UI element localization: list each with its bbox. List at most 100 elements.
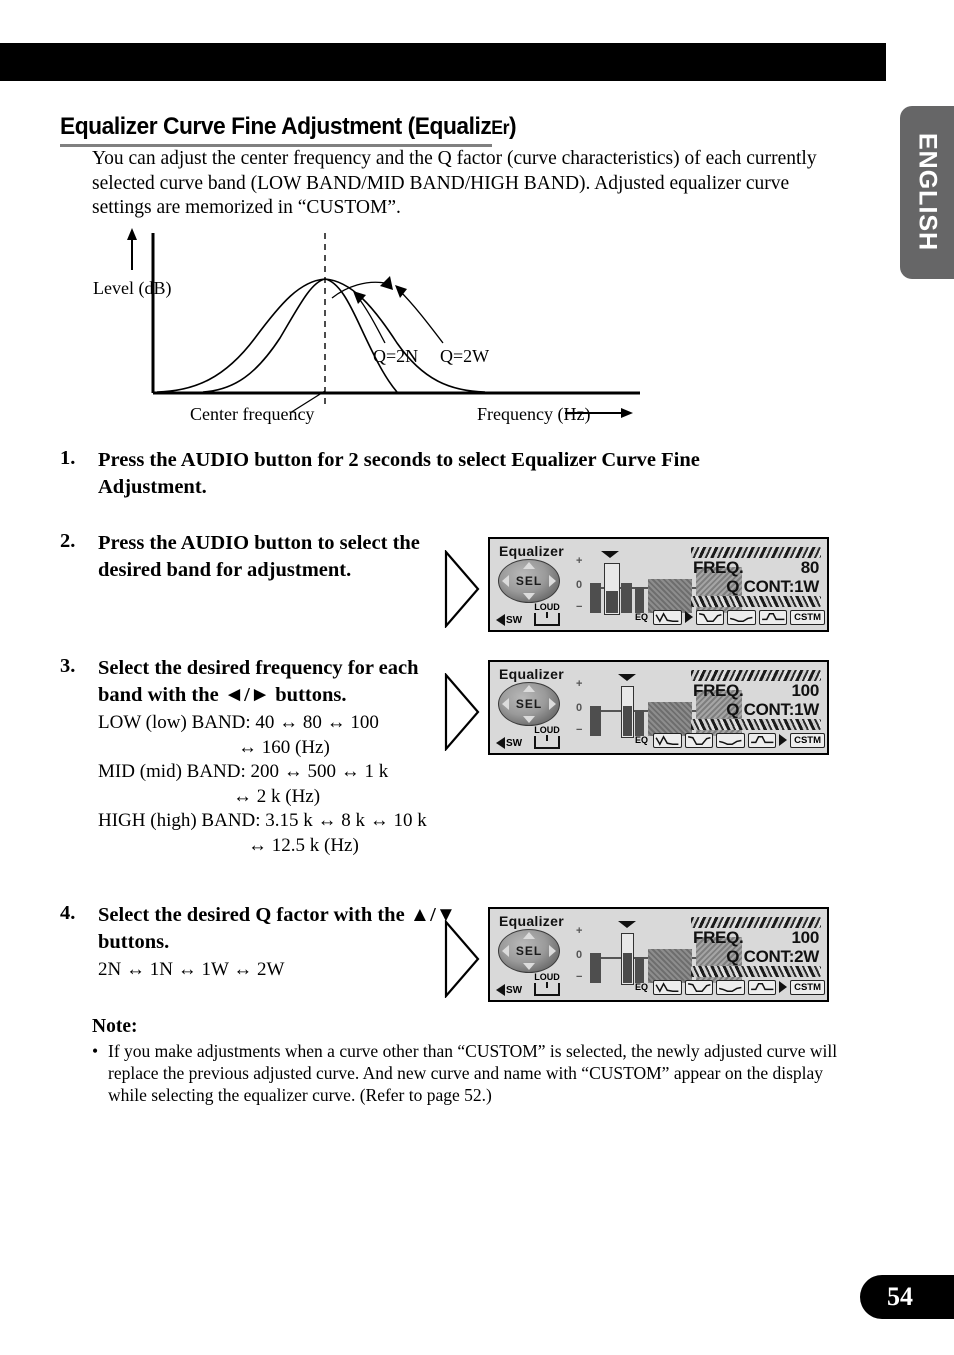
bargraph-bar-selected [621, 933, 634, 985]
loudness-indicator-icon: LOUD [534, 725, 560, 749]
eq-curve-row: EQ CSTM [635, 730, 825, 750]
joypad-left-icon[interactable] [502, 575, 509, 587]
readout-bottom-hatch [691, 596, 821, 607]
joypad-down-icon[interactable] [523, 963, 535, 970]
scale-zero-label: 0 [576, 702, 583, 714]
eq-curve-icon-3[interactable] [716, 979, 745, 995]
speaker-cone-icon [496, 614, 505, 626]
joypad-up-icon[interactable] [523, 932, 535, 939]
eq-curve-icon-1[interactable] [653, 732, 682, 748]
eq-curve-icon-3[interactable] [716, 732, 745, 748]
step-1-number: 1. [60, 447, 76, 469]
joypad-right-icon[interactable] [549, 698, 556, 710]
step-3-number: 3. [60, 655, 76, 677]
page-title-close: ) [509, 113, 517, 140]
eq-selection-marker-icon [779, 981, 788, 993]
bargraph-bar-selected [621, 686, 634, 738]
bargraph-bar [621, 583, 632, 613]
joypad-sel-label: SEL [515, 574, 543, 588]
eq-curve-icon-4[interactable] [747, 979, 777, 995]
joypad-up-icon[interactable] [523, 562, 535, 569]
eq-curve-icon-2[interactable] [695, 609, 725, 625]
bargraph-band-cursor-icon [618, 921, 636, 928]
q-readout-row: Q CONT: 2W [691, 947, 821, 966]
q-value: 2W [794, 947, 819, 966]
freq-label: FREQ. [693, 558, 744, 577]
freq-value: 80 [800, 558, 820, 577]
q-label: Q CONT: [726, 577, 795, 596]
figure-x-axis-label: Frequency (Hz) [477, 404, 591, 424]
intro-paragraph: You can adjust the center frequency and … [92, 148, 817, 218]
equalizer-curve-figure: Level (dB) Center frequency Frequency (H… [85, 228, 685, 433]
joypad-sel-label: SEL [515, 944, 543, 958]
curve-figure-svg [127, 228, 640, 418]
sel-joypad-icon[interactable]: SEL [498, 929, 560, 973]
joypad-down-icon[interactable] [523, 716, 535, 723]
scale-zero-label: 0 [576, 949, 583, 961]
readout-top-hatch [691, 547, 821, 558]
low-band-frequencies: LOW (low) BAND: 40 ↔ 80 ↔ 100 [98, 712, 379, 733]
q-value: 1W [794, 577, 819, 596]
header-black-bar [0, 43, 886, 81]
subwoofer-speaker-icon: SW [496, 737, 522, 749]
mid-band-frequencies-cont: ↔ 2 k (Hz) [233, 785, 321, 807]
joypad-down-icon[interactable] [523, 593, 535, 600]
eq-row-label: EQ [635, 982, 649, 992]
eq-selection-marker-icon [779, 734, 788, 746]
bargraph-bar [590, 953, 601, 983]
eq-curve-icon-2[interactable] [684, 979, 714, 995]
eq-curve-icon-2[interactable] [684, 732, 714, 748]
joypad-sel-label: SEL [515, 697, 543, 711]
joypad-up-icon[interactable] [523, 685, 535, 692]
eq-curve-icon-4[interactable] [747, 732, 777, 748]
display-readout: FREQ. 100 Q CONT: 2W [691, 917, 821, 977]
custom-curve-button[interactable]: CSTM [790, 609, 825, 625]
scale-plus-label: + [576, 555, 583, 567]
sel-joypad-icon[interactable]: SEL [498, 559, 560, 603]
sel-joypad-icon[interactable]: SEL [498, 682, 560, 726]
joypad-left-icon[interactable] [502, 698, 509, 710]
custom-curve-button[interactable]: CSTM [790, 979, 825, 995]
figure-center-frequency-label: Center frequency [190, 404, 315, 424]
loud-bracket-icon [534, 736, 560, 749]
eq-selection-marker-icon [684, 611, 693, 623]
loud-label: LOUD [534, 725, 560, 735]
joypad-right-icon[interactable] [549, 575, 556, 587]
freq-label: FREQ. [693, 681, 744, 700]
step-3-title: Select the desired frequency for each ba… [98, 657, 419, 706]
subwoofer-speaker-icon: SW [496, 614, 522, 626]
page-title-main: Equalizer Curve Fine Adjustment (Equaliz [60, 113, 492, 140]
low-band-frequencies-cont: ↔ 160 (Hz) [238, 736, 330, 758]
flow-arrow-step4 [444, 919, 480, 999]
step-2-title: Press the AUDIO button to select the des… [98, 532, 420, 581]
loudness-indicator-icon: LOUD [534, 972, 560, 996]
sw-label: SW [506, 737, 523, 749]
eq-curve-icon-1[interactable] [653, 609, 682, 625]
scale-minus-label: − [576, 724, 583, 736]
note-item: • If you make adjustments when a curve o… [92, 1040, 852, 1106]
eq-curve-icon-3[interactable] [727, 609, 756, 625]
scale-minus-label: − [576, 601, 583, 613]
page-title: Equalizer Curve Fine Adjustment (Equaliz… [60, 113, 517, 141]
loud-label: LOUD [534, 602, 560, 612]
display-step2: Equalizer SEL SW LOUD +0− FREQ. 80 Q CONT: 1W EQ C… [488, 537, 829, 632]
eq-curve-icon-4[interactable] [758, 609, 788, 625]
page-title-smallcaps: Er [491, 118, 510, 139]
scale-plus-label: + [576, 678, 583, 690]
eq-curve-row: EQ CSTM [635, 977, 825, 997]
loud-bracket-icon [534, 983, 560, 996]
step-4-q-list: 2N ↔ 1N ↔ 1W ↔ 2W [98, 958, 460, 983]
freq-value: 100 [791, 928, 820, 947]
q-value: 1W [794, 700, 819, 719]
joypad-left-icon[interactable] [502, 945, 509, 957]
loudness-indicator-icon: LOUD [534, 602, 560, 626]
eq-curve-icon-1[interactable] [653, 979, 682, 995]
page-number: 54 [887, 1282, 913, 1311]
custom-curve-button[interactable]: CSTM [790, 732, 825, 748]
note-bullet: • [92, 1041, 99, 1061]
readout-top-hatch [691, 917, 821, 928]
freq-readout-row: FREQ. 100 [691, 928, 821, 947]
display-title: Equalizer [499, 913, 564, 929]
joypad-right-icon[interactable] [549, 945, 556, 957]
language-tab-label: ENGLISH [913, 133, 942, 252]
